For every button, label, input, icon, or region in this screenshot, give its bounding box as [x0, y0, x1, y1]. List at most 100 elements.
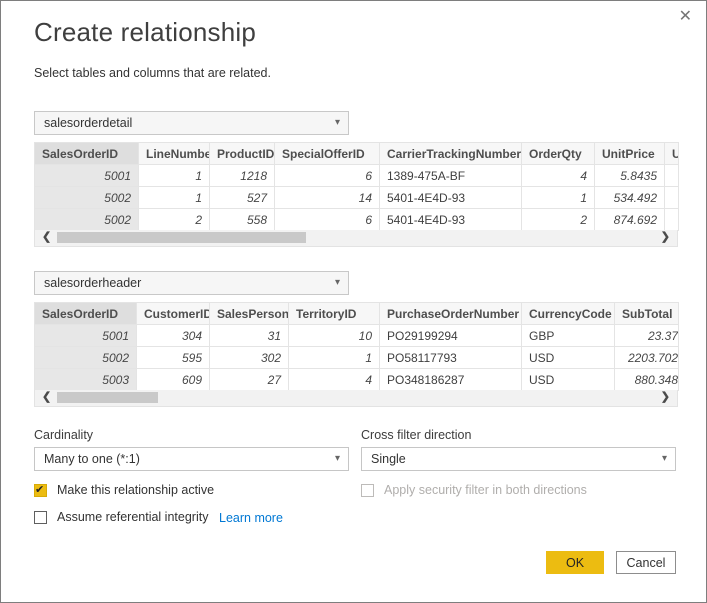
column-header[interactable]: CurrencyCode	[522, 303, 615, 325]
make-relationship-active-checkbox[interactable]: ✔ Make this relationship active	[34, 483, 214, 497]
table-cell[interactable]: PO348186287	[380, 369, 522, 391]
column-header[interactable]: OrderQty	[522, 143, 595, 165]
table-cell[interactable]: PO29199294	[380, 325, 522, 347]
column-header[interactable]: SpecialOfferID	[275, 143, 380, 165]
column-header[interactable]: LineNumber	[139, 143, 210, 165]
table-cell[interactable]: 6	[275, 209, 380, 231]
table-cell[interactable]: 1218	[210, 165, 275, 187]
lower-table-dropdown-value: salesorderheader	[44, 276, 141, 290]
table-cell[interactable]: 5002	[35, 347, 137, 369]
lower-table-scrollbar[interactable]: ❮ ❯	[34, 390, 678, 407]
upper-table-dropdown-value: salesorderdetail	[44, 116, 132, 130]
column-header[interactable]: CustomerID	[137, 303, 210, 325]
table-cell[interactable]: USD	[522, 347, 615, 369]
learn-more-link[interactable]: Learn more	[219, 511, 283, 525]
dialog-subtitle: Select tables and columns that are relat…	[34, 66, 271, 80]
upper-table-dropdown[interactable]: salesorderdetail ▾	[34, 111, 349, 135]
table-cell[interactable]: 4	[522, 165, 595, 187]
table-cell[interactable]	[665, 209, 679, 231]
table-cell[interactable]	[665, 187, 679, 209]
cardinality-dropdown[interactable]: Many to one (*:1) ▾	[34, 447, 349, 471]
table-cell[interactable]: 302	[210, 347, 289, 369]
lower-table-dropdown[interactable]: salesorderheader ▾	[34, 271, 349, 295]
check-icon: ✔	[35, 483, 44, 496]
table-cell[interactable]: 1	[139, 187, 210, 209]
checkbox-box[interactable]: ✔	[34, 484, 47, 497]
assume-referential-integrity-checkbox[interactable]: ✔ Assume referential integrity	[34, 510, 208, 524]
chevron-down-icon: ▾	[335, 448, 340, 470]
table-cell[interactable]: 5003	[35, 369, 137, 391]
cross-filter-direction-dropdown[interactable]: Single ▾	[361, 447, 676, 471]
table-cell[interactable]: 5401-4E4D-93	[380, 187, 522, 209]
table-cell[interactable]: 304	[137, 325, 210, 347]
close-icon[interactable]: ✕	[679, 9, 692, 25]
scroll-right-icon[interactable]: ❯	[661, 390, 670, 405]
table-cell[interactable]: 14	[275, 187, 380, 209]
table-cell[interactable]: GBP	[522, 325, 615, 347]
table-cell[interactable]: 874.692	[595, 209, 665, 231]
table-row: 50013043110PO29199294GBP23.37	[35, 325, 679, 347]
scrollbar-thumb[interactable]	[57, 392, 158, 403]
column-header[interactable]: UnitPrice	[595, 143, 665, 165]
scroll-right-icon[interactable]: ❯	[661, 230, 670, 245]
checkbox-box[interactable]: ✔	[34, 511, 47, 524]
table-cell[interactable]: 5002	[35, 187, 139, 209]
chevron-down-icon: ▾	[335, 112, 340, 134]
checkbox-box: ✔	[361, 484, 374, 497]
table-cell[interactable]: 2203.702	[615, 347, 679, 369]
column-header[interactable]: ProductID	[210, 143, 275, 165]
table-cell[interactable]: 1	[139, 165, 210, 187]
column-header[interactable]: SalesOrderID	[35, 303, 137, 325]
table-cell[interactable]: 5001	[35, 325, 137, 347]
create-relationship-dialog: ✕ Create relationship Select tables and …	[0, 0, 707, 603]
apply-security-filter-label: Apply security filter in both directions	[384, 483, 587, 497]
ok-button[interactable]: OK	[546, 551, 604, 574]
table-cell[interactable]: 31	[210, 325, 289, 347]
scroll-left-icon[interactable]: ❮	[42, 390, 51, 405]
cross-filter-dropdown-value: Single	[371, 452, 406, 466]
table-row: 50011121861389-475A-BF45.8435	[35, 165, 679, 187]
column-header[interactable]: TerritoryID	[289, 303, 380, 325]
table-cell[interactable]: 4	[289, 369, 380, 391]
scroll-left-icon[interactable]: ❮	[42, 230, 51, 245]
table-cell[interactable]: 2	[522, 209, 595, 231]
cardinality-label: Cardinality	[34, 428, 93, 442]
table-cell[interactable]: USD	[522, 369, 615, 391]
table-row: 50021527145401-4E4D-931534.492	[35, 187, 679, 209]
table-row: 50025953021PO58117793USD2203.702	[35, 347, 679, 369]
make-relationship-active-label: Make this relationship active	[57, 483, 214, 497]
cross-filter-direction-label: Cross filter direction	[361, 428, 471, 442]
table-cell[interactable]: 1389-475A-BF	[380, 165, 522, 187]
column-header[interactable]: U	[665, 143, 679, 165]
apply-security-filter-checkbox: ✔ Apply security filter in both directio…	[361, 483, 587, 497]
chevron-down-icon: ▾	[335, 272, 340, 294]
scrollbar-thumb[interactable]	[57, 232, 306, 243]
cancel-button[interactable]: Cancel	[616, 551, 676, 574]
chevron-down-icon: ▾	[662, 448, 667, 470]
table-cell[interactable]: 595	[137, 347, 210, 369]
column-header[interactable]: PurchaseOrderNumber	[380, 303, 522, 325]
table-cell[interactable]: 1	[289, 347, 380, 369]
column-header[interactable]: CarrierTrackingNumber	[380, 143, 522, 165]
table-cell[interactable]: 5002	[35, 209, 139, 231]
table-cell[interactable]: 558	[210, 209, 275, 231]
table-cell[interactable]: 5401-4E4D-93	[380, 209, 522, 231]
table-cell[interactable]: 5001	[35, 165, 139, 187]
table-cell[interactable]: 609	[137, 369, 210, 391]
table-cell[interactable]: 534.492	[595, 187, 665, 209]
table-cell[interactable]: 27	[210, 369, 289, 391]
table-cell[interactable]: 6	[275, 165, 380, 187]
column-header[interactable]: SubTotal	[615, 303, 679, 325]
table-cell[interactable]: 5.8435	[595, 165, 665, 187]
table-cell[interactable]: 2	[139, 209, 210, 231]
table-cell[interactable]: 527	[210, 187, 275, 209]
upper-table-scrollbar[interactable]: ❮ ❯	[34, 230, 678, 247]
table-cell[interactable]: 10	[289, 325, 380, 347]
table-cell[interactable]: 1	[522, 187, 595, 209]
table-cell[interactable]: 23.37	[615, 325, 679, 347]
table-cell[interactable]: 880.348	[615, 369, 679, 391]
table-cell[interactable]	[665, 165, 679, 187]
column-header[interactable]: SalesOrderID	[35, 143, 139, 165]
table-cell[interactable]: PO58117793	[380, 347, 522, 369]
column-header[interactable]: SalesPersonID	[210, 303, 289, 325]
